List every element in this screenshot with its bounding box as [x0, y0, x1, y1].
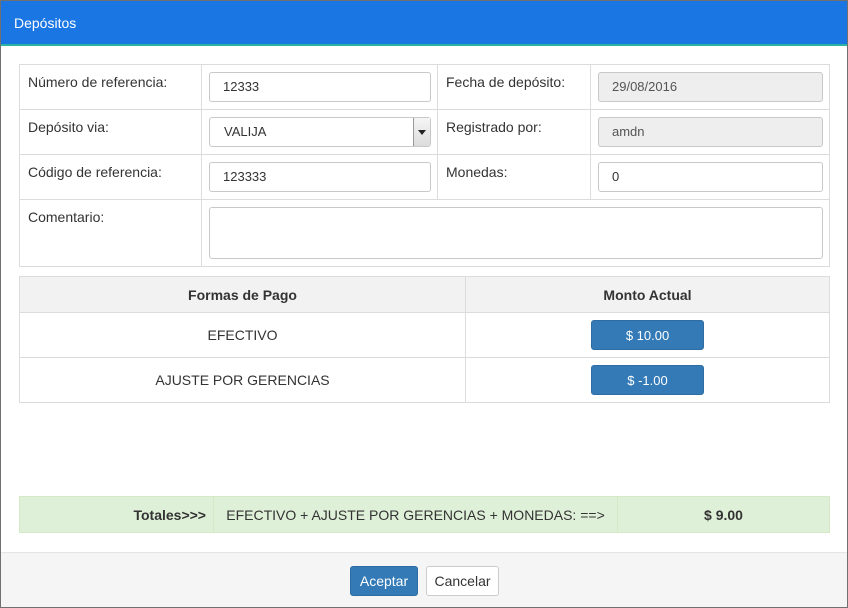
- payment-form-cell: AJUSTE POR GERENCIAS: [19, 357, 466, 403]
- registrado-por-input: amdn: [598, 117, 823, 147]
- deposito-via-value: VALIJA: [224, 124, 267, 139]
- monedas-input[interactable]: 0: [598, 162, 823, 192]
- table-row: EFECTIVO $ 10.00: [19, 312, 830, 358]
- amount-button[interactable]: $ 10.00: [591, 320, 704, 350]
- numero-referencia-label: Número de referencia:: [19, 64, 202, 110]
- table-row: AJUSTE POR GERENCIAS $ -1.00: [19, 357, 830, 403]
- totals-label: Totales>>>: [19, 496, 214, 533]
- codigo-referencia-label: Código de referencia:: [19, 154, 202, 200]
- amount-button[interactable]: $ -1.00: [591, 365, 704, 395]
- dialog-title: Depósitos: [1, 1, 847, 46]
- depositos-dialog: Depósitos Número de referencia: 12333 Fe…: [0, 0, 848, 608]
- fecha-deposito-label: Fecha de depósito:: [437, 64, 591, 110]
- comentario-textarea[interactable]: [209, 207, 823, 259]
- codigo-referencia-input[interactable]: 123333: [209, 162, 431, 192]
- payment-form-cell: EFECTIVO: [19, 312, 466, 358]
- formas-de-pago-header: Formas de Pago: [19, 276, 466, 313]
- deposito-via-label: Depósito via:: [19, 109, 202, 155]
- cancel-button[interactable]: Cancelar: [426, 566, 499, 596]
- chevron-down-icon[interactable]: [413, 118, 430, 146]
- totals-formula: EFECTIVO + AJUSTE POR GERENCIAS + MONEDA…: [213, 496, 618, 533]
- totals-row: Totales>>> EFECTIVO + AJUSTE POR GERENCI…: [19, 496, 830, 533]
- payments-table: Formas de Pago Monto Actual EFECTIVO $ 1…: [19, 276, 830, 403]
- dialog-footer: Aceptar Cancelar: [1, 552, 847, 607]
- monedas-label: Monedas:: [437, 154, 591, 200]
- comentario-label: Comentario:: [19, 199, 202, 267]
- registrado-por-label: Registrado por:: [437, 109, 591, 155]
- fecha-deposito-input: 29/08/2016: [598, 72, 823, 102]
- numero-referencia-input[interactable]: 12333: [209, 72, 431, 102]
- totals-value: $ 9.00: [617, 496, 830, 533]
- monto-actual-header: Monto Actual: [465, 276, 830, 313]
- deposit-form: Número de referencia: 12333 Fecha de dep…: [19, 64, 830, 267]
- deposito-via-select[interactable]: VALIJA: [209, 117, 431, 147]
- accept-button[interactable]: Aceptar: [350, 566, 418, 596]
